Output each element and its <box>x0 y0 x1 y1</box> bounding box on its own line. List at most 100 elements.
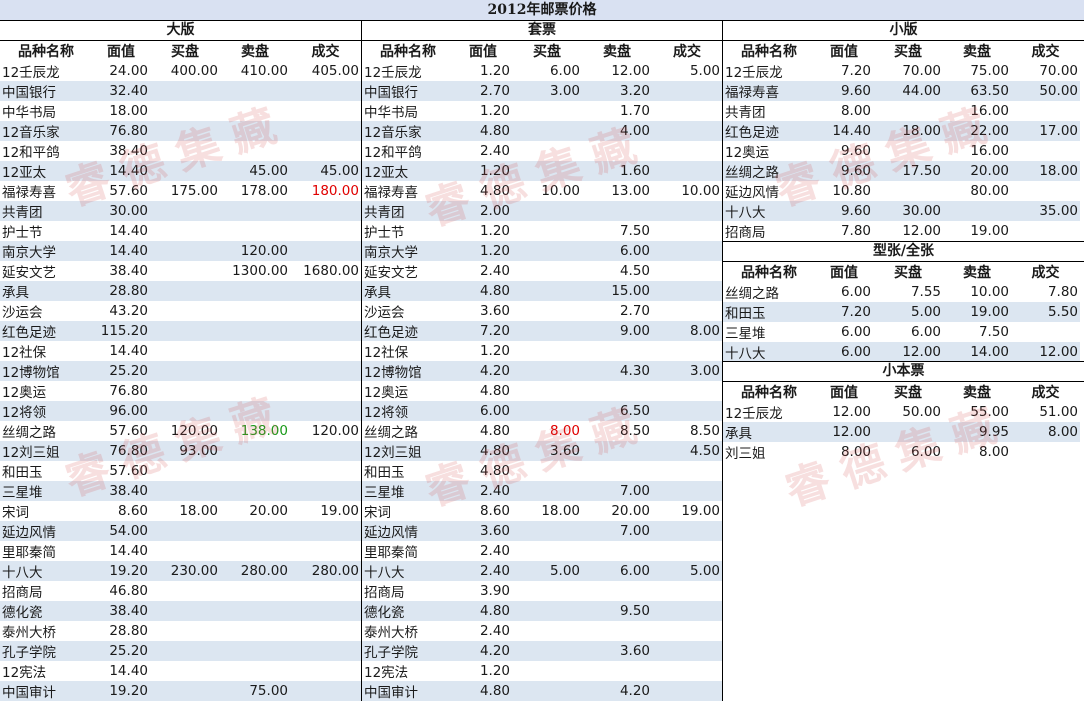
stamp-name-cell: 12宪法 <box>364 665 409 681</box>
price-cell <box>512 581 582 601</box>
price-cell: 9.60 <box>840 143 871 159</box>
price-cell <box>220 581 290 601</box>
price-cell <box>512 461 582 481</box>
table-row: 12刘三姐 76.80 93.00 <box>0 441 361 461</box>
price-cell: 3.90 <box>479 583 510 599</box>
stamp-name-cell: 和田玉 <box>364 465 405 481</box>
stamp-name-cell: 12奥运 <box>725 145 770 161</box>
price-cell <box>512 141 582 161</box>
price-cell: 55.00 <box>970 404 1009 420</box>
price-cell <box>220 201 290 221</box>
price-cell: 30.00 <box>873 201 943 221</box>
table-row: 12壬辰龙 24.00 400.00 410.00 405.00 <box>0 61 361 81</box>
price-cell <box>652 481 722 501</box>
column-header: 品种名称 <box>741 265 797 281</box>
price-cell: 25.20 <box>92 641 150 661</box>
price-cell <box>1011 442 1080 462</box>
price-cell: 12.00 <box>1011 342 1080 362</box>
table-header-row: 品种名称 面值 买盘 卖盘 成交 <box>723 382 1080 402</box>
price-cell: 9.60 <box>815 81 873 101</box>
price-cell: 38.40 <box>109 143 148 159</box>
stamp-name-cell: 延边风情 <box>725 185 779 201</box>
price-cell: 4.80 <box>479 383 510 399</box>
price-cell <box>943 201 1011 221</box>
table-row: 泰州大桥 2.40 <box>362 621 722 641</box>
price-cell <box>652 341 722 361</box>
stamp-name-cell: 十八大 <box>0 561 92 581</box>
table-row: 和田玉 7.20 5.00 19.00 5.50 <box>723 302 1080 322</box>
price-cell: 4.80 <box>454 281 512 301</box>
price-cell: 1.20 <box>479 223 510 239</box>
price-cell <box>290 461 361 481</box>
table-row: 南京大学 1.20 6.00 <box>362 241 722 261</box>
table-row: 共青团 8.00 16.00 <box>723 101 1080 121</box>
price-cell <box>290 221 361 241</box>
price-cell: 4.50 <box>619 263 650 279</box>
price-cell <box>652 221 722 241</box>
price-cell: 14.40 <box>109 663 148 679</box>
table-row: 12音乐家 76.80 <box>0 121 361 141</box>
table-row: 12亚太 14.40 45.00 45.00 <box>0 161 361 181</box>
price-cell <box>290 341 361 361</box>
table-xiaoben: 品种名称 面值 买盘 卖盘 成交 12壬辰龙 12.00 50.00 55.00 51.00 承具 1… <box>723 382 1080 462</box>
stamp-name-cell: 12音乐家 <box>362 121 454 141</box>
price-cell: 14.40 <box>109 223 148 239</box>
price-cell <box>220 461 290 481</box>
stamp-name-cell: 十八大 <box>362 561 454 581</box>
price-cell <box>512 261 582 281</box>
stamp-name-cell: 沙运会 <box>2 305 43 321</box>
price-cell <box>150 641 220 661</box>
stamp-name-cell: 承具 <box>362 281 454 301</box>
price-cell: 5.00 <box>689 63 720 79</box>
price-cell: 96.00 <box>92 401 150 421</box>
price-cell <box>150 601 220 621</box>
price-cell: 45.00 <box>290 161 361 181</box>
column-header: 成交 <box>311 44 340 60</box>
table-row: 12壬辰龙 1.20 6.00 12.00 5.00 <box>362 61 722 81</box>
price-cell <box>150 81 220 101</box>
price-cell <box>512 221 582 241</box>
price-cell: 2.40 <box>479 263 510 279</box>
price-cell <box>150 241 220 261</box>
price-cell: 54.00 <box>92 521 150 541</box>
price-cell <box>290 481 361 501</box>
price-cell: 4.80 <box>479 463 510 479</box>
stamp-name-cell: 中国银行 <box>0 81 92 101</box>
price-cell <box>652 121 722 141</box>
price-cell: 8.00 <box>549 423 580 439</box>
price-cell <box>512 541 582 561</box>
price-cell: 280.00 <box>290 561 361 581</box>
table-row: 丝绸之路 4.80 8.00 8.50 8.50 <box>362 421 722 441</box>
price-cell <box>220 121 290 141</box>
price-cell: 46.80 <box>109 583 148 599</box>
stamp-name-cell: 共青团 <box>362 201 454 221</box>
price-cell: 28.80 <box>92 281 150 301</box>
stamp-name-cell: 德化瓷 <box>0 601 92 621</box>
price-cell: 93.00 <box>150 441 220 461</box>
price-cell <box>220 361 290 381</box>
stamp-name-cell: 三星堆 <box>0 481 92 501</box>
column-header: 成交 <box>1031 44 1060 60</box>
price-cell: 70.00 <box>1039 63 1078 79</box>
price-cell: 7.80 <box>1047 284 1078 300</box>
price-cell: 8.60 <box>117 503 148 519</box>
table-row: 共青团 2.00 <box>362 201 722 221</box>
table-row: 12宪法 1.20 <box>362 661 722 681</box>
table-row: 南京大学 14.40 120.00 <box>0 241 361 261</box>
price-cell: 14.40 <box>109 343 148 359</box>
price-cell <box>512 521 582 541</box>
stamp-name-cell: 刘三姐 <box>725 446 766 462</box>
price-cell: 178.00 <box>240 183 288 199</box>
stamp-name-cell: 红色足迹 <box>723 121 815 141</box>
price-cell <box>220 81 290 101</box>
price-cell <box>652 661 722 681</box>
stamp-name-cell: 沙运会 <box>364 305 405 321</box>
column-header: 成交 <box>1031 385 1060 401</box>
price-cell: 3.60 <box>454 521 512 541</box>
table-row: 12和平鸽 2.40 <box>362 141 722 161</box>
price-cell: 4.80 <box>454 681 512 701</box>
price-cell: 230.00 <box>150 561 220 581</box>
price-cell: 51.00 <box>1039 404 1078 420</box>
stamp-name-cell: 12壬辰龙 <box>725 406 783 422</box>
price-cell: 12.00 <box>873 342 943 362</box>
